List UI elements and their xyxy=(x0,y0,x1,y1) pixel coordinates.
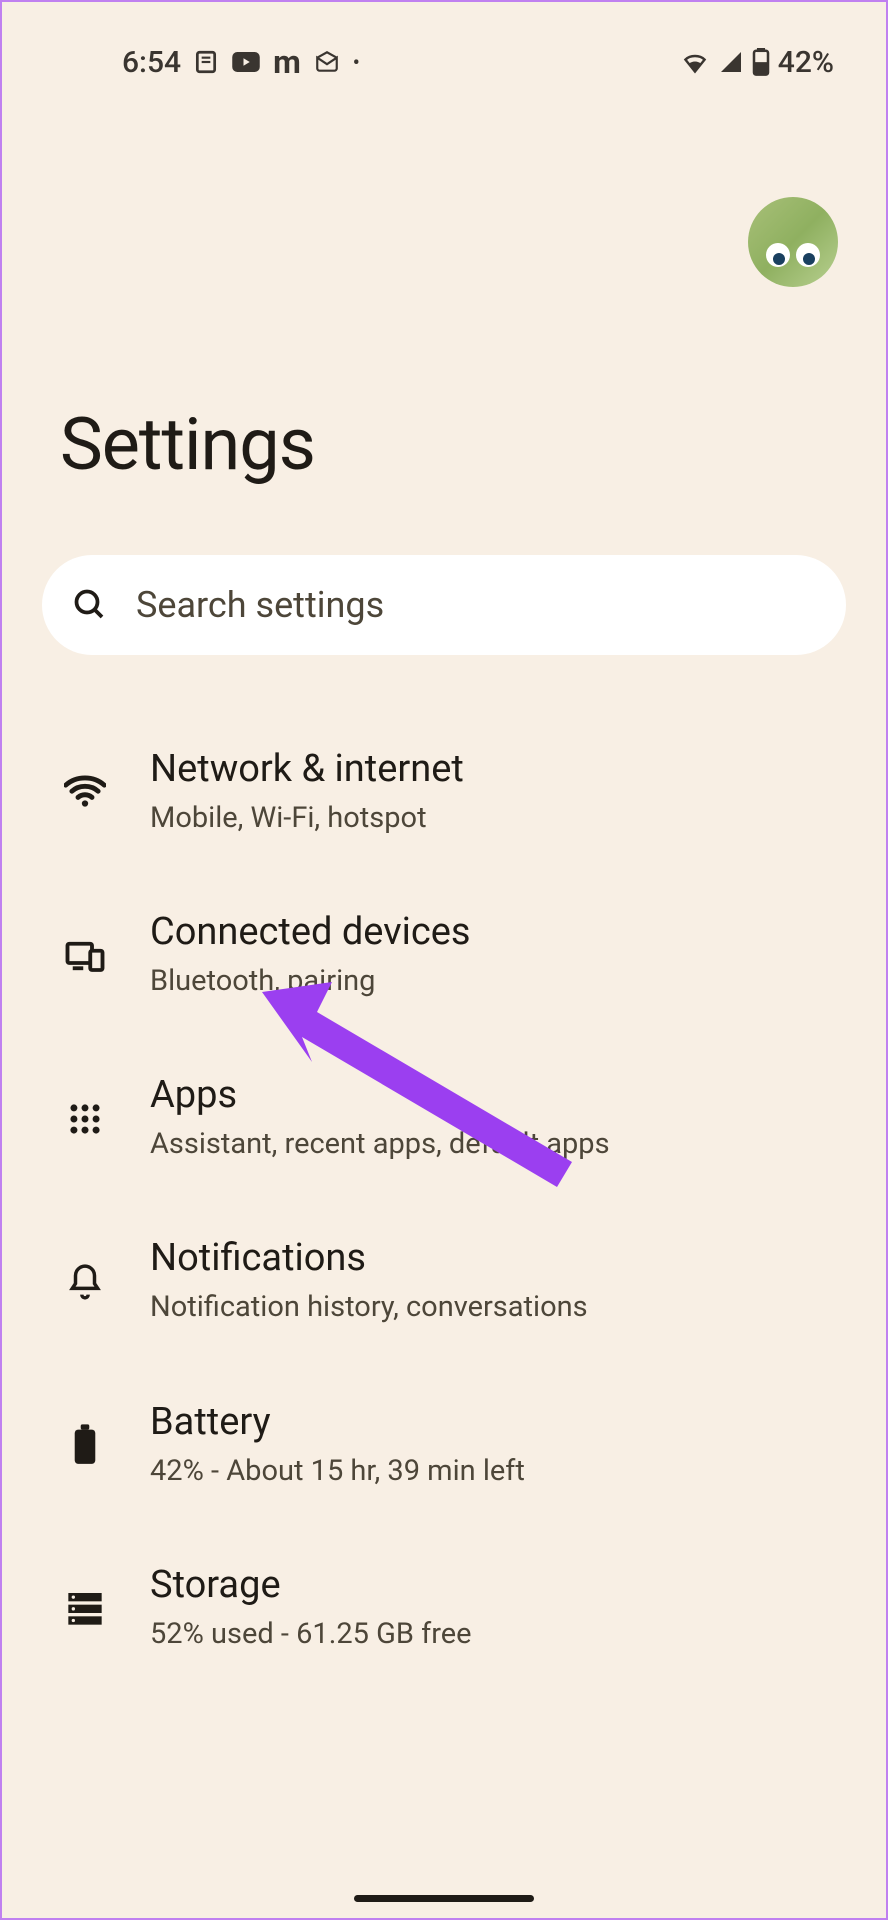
wifi-status-icon xyxy=(680,50,710,74)
page-title: Settings xyxy=(2,102,886,487)
devices-icon xyxy=(64,935,106,977)
status-right: 42% xyxy=(680,45,834,80)
item-subtitle: Notification history, conversations xyxy=(150,1288,588,1327)
apps-icon xyxy=(64,1098,106,1140)
settings-list: Network & internet Mobile, Wi-Fi, hotspo… xyxy=(2,655,886,1690)
settings-item-network[interactable]: Network & internet Mobile, Wi-Fi, hotspo… xyxy=(2,711,886,874)
item-title: Battery xyxy=(150,1400,525,1444)
settings-item-connected-devices[interactable]: Connected devices Bluetooth, pairing xyxy=(2,874,886,1037)
status-left: 6:54 m • xyxy=(122,43,360,81)
profile-avatar[interactable] xyxy=(748,197,838,287)
mail-icon xyxy=(313,49,341,75)
item-title: Network & internet xyxy=(150,747,464,791)
item-text: Storage 52% used - 61.25 GB free xyxy=(150,1563,472,1654)
reader-icon xyxy=(193,49,219,75)
item-title: Notifications xyxy=(150,1236,588,1280)
item-text: Connected devices Bluetooth, pairing xyxy=(150,910,471,1001)
settings-item-battery[interactable]: Battery 42% - About 15 hr, 39 min left xyxy=(2,1364,886,1527)
status-time: 6:54 xyxy=(122,45,181,80)
notifications-icon xyxy=(64,1261,106,1303)
item-subtitle: Bluetooth, pairing xyxy=(150,962,471,1001)
settings-item-apps[interactable]: Apps Assistant, recent apps, default app… xyxy=(2,1037,886,1200)
item-text: Apps Assistant, recent apps, default app… xyxy=(150,1073,610,1164)
signal-icon xyxy=(718,50,744,74)
status-bar: 6:54 m • 42% xyxy=(2,2,886,102)
item-title: Connected devices xyxy=(150,910,471,954)
item-subtitle: 42% - About 15 hr, 39 min left xyxy=(150,1452,525,1491)
status-battery-percent: 42% xyxy=(778,45,834,80)
avatar-container[interactable] xyxy=(748,197,838,287)
settings-item-storage[interactable]: Storage 52% used - 61.25 GB free xyxy=(2,1527,886,1690)
m-icon: m xyxy=(273,43,301,81)
battery-status-icon xyxy=(752,48,770,76)
storage-icon xyxy=(64,1587,106,1629)
search-icon xyxy=(72,587,108,623)
item-subtitle: Mobile, Wi-Fi, hotspot xyxy=(150,799,464,838)
item-text: Notifications Notification history, conv… xyxy=(150,1236,588,1327)
item-title: Apps xyxy=(150,1073,610,1117)
item-subtitle: 52% used - 61.25 GB free xyxy=(150,1615,472,1654)
settings-item-notifications[interactable]: Notifications Notification history, conv… xyxy=(2,1200,886,1363)
youtube-icon xyxy=(231,49,261,75)
item-title: Storage xyxy=(150,1563,472,1607)
item-text: Network & internet Mobile, Wi-Fi, hotspo… xyxy=(150,747,464,838)
dot-icon: • xyxy=(353,50,360,74)
item-subtitle: Assistant, recent apps, default apps xyxy=(150,1125,610,1164)
search-bar[interactable] xyxy=(42,555,846,655)
search-input[interactable] xyxy=(136,584,816,626)
wifi-icon xyxy=(64,772,106,814)
battery-icon xyxy=(64,1424,106,1466)
nav-handle[interactable] xyxy=(354,1895,534,1902)
item-text: Battery 42% - About 15 hr, 39 min left xyxy=(150,1400,525,1491)
